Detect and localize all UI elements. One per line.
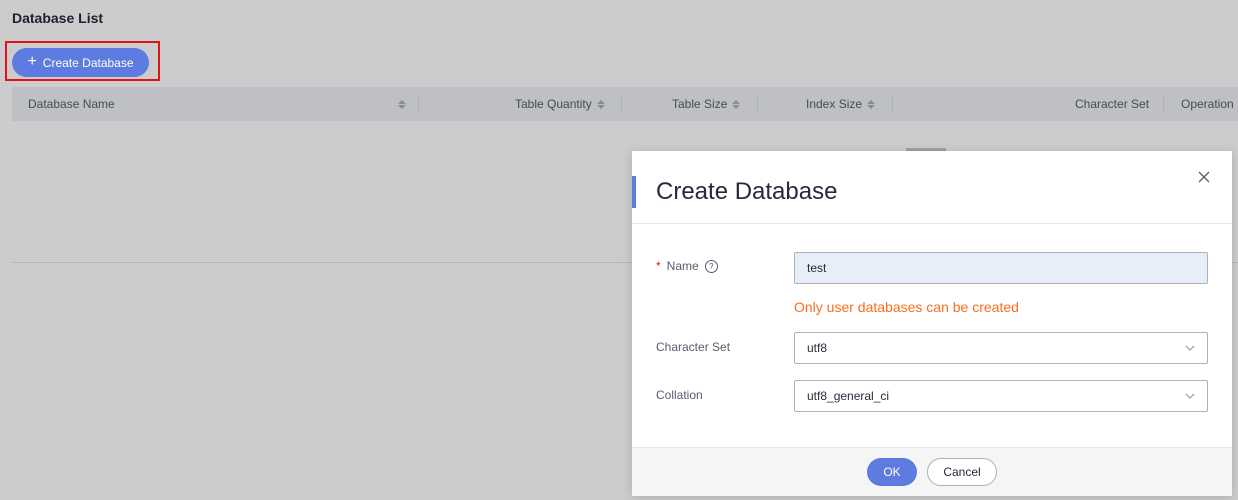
character-set-value: utf8 xyxy=(807,341,828,355)
dialog-title: Create Database xyxy=(656,178,838,205)
name-input[interactable] xyxy=(807,261,1195,275)
charset-label: Character Set xyxy=(656,340,731,354)
close-icon[interactable] xyxy=(1194,167,1214,187)
help-icon[interactable]: ? xyxy=(704,259,718,273)
name-label-text: Name xyxy=(666,259,699,273)
collation-label: Collation xyxy=(656,388,703,402)
name-hint: Only user databases can be created xyxy=(794,299,1019,315)
collation-select[interactable]: utf8_general_ci xyxy=(794,380,1208,412)
required-marker: * xyxy=(656,259,661,273)
plus-icon: + xyxy=(27,52,37,70)
ok-button[interactable]: OK xyxy=(867,458,917,486)
create-database-dialog: Create Database * Name ? Only user datab… xyxy=(632,151,1232,496)
name-label: * Name ? xyxy=(656,259,718,273)
create-database-label: Create Database xyxy=(42,55,134,70)
dialog-footer: OK Cancel xyxy=(632,447,1232,496)
dialog-divider xyxy=(632,223,1232,224)
character-set-select[interactable]: utf8 xyxy=(794,332,1208,364)
dialog-title-accent xyxy=(632,176,636,208)
chevron-down-icon xyxy=(1185,345,1195,351)
create-database-button[interactable]: + Create Database xyxy=(12,48,149,77)
collation-value: utf8_general_ci xyxy=(807,389,890,403)
name-field[interactable] xyxy=(794,252,1208,284)
cancel-button[interactable]: Cancel xyxy=(927,458,997,486)
chevron-down-icon xyxy=(1185,393,1195,399)
